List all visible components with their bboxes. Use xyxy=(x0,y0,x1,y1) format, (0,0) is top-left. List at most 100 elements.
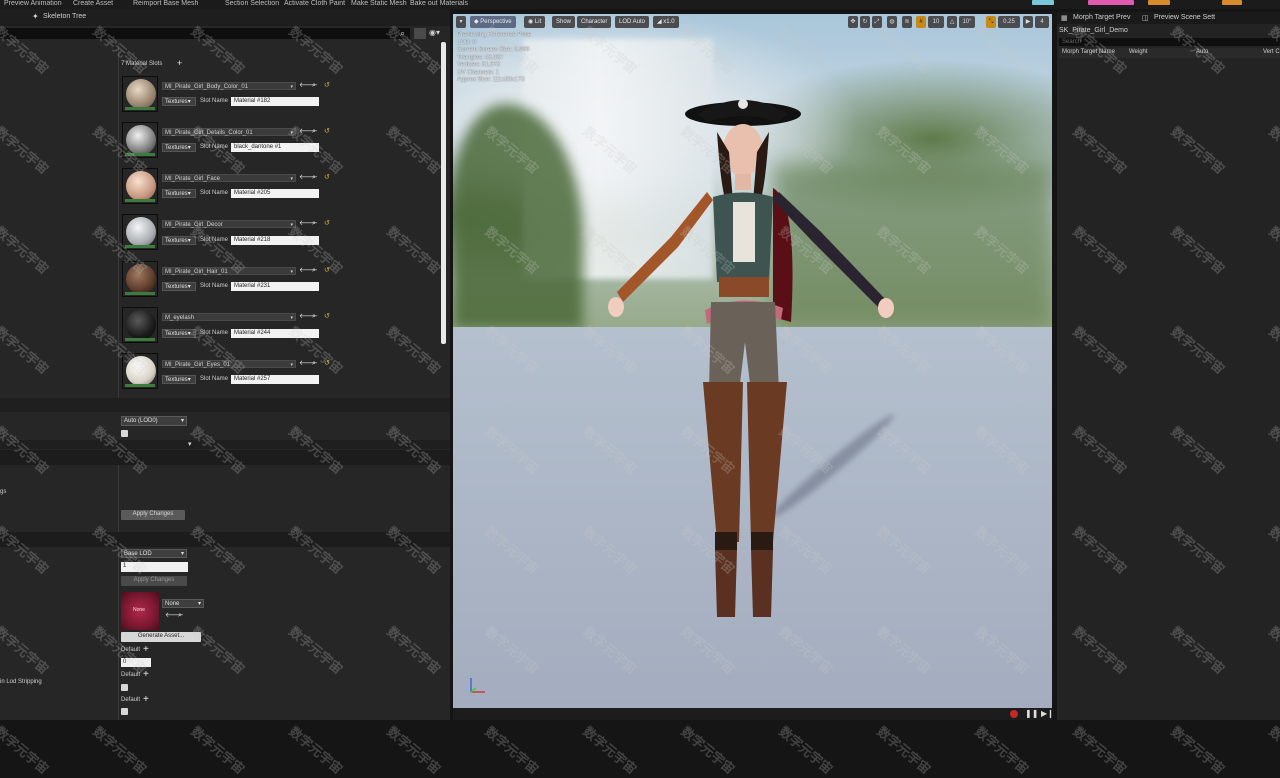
browse-icon[interactable]: ⌕ xyxy=(312,174,316,182)
material-select[interactable]: MI_Pirate_Girl_Decor ▾ xyxy=(162,220,296,228)
slot-name-input[interactable]: Material #182 xyxy=(231,97,319,106)
lod-stripping-label: in Lod Stripping xyxy=(0,679,42,685)
right-tab-bar: ▦ Morph Target Prev ◫ Preview Scene Sett xyxy=(1057,12,1280,24)
option-checkbox[interactable] xyxy=(121,708,128,715)
watermark-text: 数字元宇宙 xyxy=(286,723,346,777)
watermark-text: 数字元宇宙 xyxy=(384,723,444,777)
playback-speed-button[interactable]: ◢ x1.0 xyxy=(653,16,679,28)
make-static-mesh-button[interactable]: Make Static Mesh xyxy=(351,0,407,7)
rotation-snap-icon[interactable]: △ xyxy=(947,16,957,28)
browse-icon[interactable]: ⌕ xyxy=(178,612,182,620)
watermark-text: 数字元宇宙 xyxy=(1266,723,1280,777)
section-selection-button[interactable]: Section Selection xyxy=(225,0,279,7)
lod-button[interactable]: LOD Auto xyxy=(615,16,650,28)
browse-icon[interactable]: ⌕ xyxy=(312,220,316,228)
camera-speed-icon[interactable]: ▶ xyxy=(1023,16,1033,28)
record-icon[interactable] xyxy=(1010,710,1018,718)
rotate-icon[interactable]: ↻ xyxy=(860,16,870,28)
apply-changes-button[interactable]: Apply Changes xyxy=(121,510,185,520)
bake-out-materials-button[interactable]: Bake out Materials xyxy=(410,0,468,7)
slot-name-input[interactable]: Material #257 xyxy=(231,375,319,384)
none-select[interactable]: None ▾ xyxy=(162,599,204,608)
skeleton-tree-tab[interactable]: Skeleton Tree xyxy=(43,13,86,20)
watermark-text: 数字元宇宙 xyxy=(580,723,640,777)
morph-target-panel xyxy=(1057,12,1280,720)
stat-line: Approx Size: 111x30x173 xyxy=(457,77,525,83)
add-icon[interactable]: + xyxy=(143,644,149,655)
slot-name-label: Slot Name xyxy=(200,376,229,382)
create-asset-button[interactable]: Create Asset xyxy=(73,0,113,7)
material-thumbnail[interactable] xyxy=(122,307,158,343)
textures-dropdown[interactable]: Textures▾ xyxy=(162,189,196,198)
slot-name-label: Slot Name xyxy=(200,190,229,196)
tab-preview-scene-settings[interactable]: Preview Scene Sett xyxy=(1154,14,1215,21)
section-header[interactable] xyxy=(0,398,450,412)
toolbar-accent-1[interactable] xyxy=(1032,0,1054,5)
surface-snap-icon[interactable]: ≋ xyxy=(902,16,912,28)
browse-icon[interactable]: ⌕ xyxy=(312,82,316,90)
viewport[interactable]: ▾ ◆ Perspective ◉ Lit Show Character LOD… xyxy=(453,14,1052,708)
scale-snap-value[interactable]: 0.25 xyxy=(998,16,1020,28)
watermark-text: 数字元宇宙 xyxy=(482,723,542,777)
slot-name-label: Slot Name xyxy=(200,98,229,104)
expand-arrow-icon[interactable]: ▾ xyxy=(188,440,192,448)
material-select[interactable]: MI_Pirate_Girl_Face ▾ xyxy=(162,174,296,182)
material-select[interactable]: M_eyelash ▾ xyxy=(162,313,296,321)
watermark-text: 数字元宇宙 xyxy=(1168,723,1228,777)
material-select[interactable]: MI_Pirate_Girl_Body_Color_01 ▾ xyxy=(162,82,296,90)
next-frame-icon[interactable]: ▶❙ xyxy=(1041,709,1054,718)
textures-dropdown[interactable]: Textures▾ xyxy=(162,375,196,384)
property-label: gs xyxy=(0,489,7,495)
reset-icon[interactable]: ↺ xyxy=(324,82,330,90)
reset-icon[interactable]: ↺ xyxy=(324,128,330,136)
textures-dropdown[interactable]: Textures▾ xyxy=(162,143,196,152)
browse-icon[interactable]: ⌕ xyxy=(312,267,316,275)
tab-morph-target-preview[interactable]: Morph Target Prev xyxy=(1073,14,1130,21)
camera-speed-value[interactable]: 4 xyxy=(1035,16,1049,28)
asset-thumbnail[interactable]: None xyxy=(121,592,159,630)
material-select[interactable]: MI_Pirate_Girl_Details_Color_01 ▾ xyxy=(162,128,296,136)
reset-icon[interactable]: ↺ xyxy=(324,220,330,228)
slot-name-label: Slot Name xyxy=(200,283,229,289)
watermark-text: 数字元宇宙 xyxy=(1070,723,1130,777)
reimport-base-mesh-button[interactable]: Reimport Base Mesh xyxy=(133,0,198,7)
textures-dropdown[interactable]: Textures▾ xyxy=(162,282,196,291)
add-icon[interactable]: + xyxy=(143,694,149,705)
lod-checkbox[interactable] xyxy=(121,430,128,437)
column-vert-count[interactable]: Vert C xyxy=(1263,49,1280,55)
option-checkbox[interactable] xyxy=(121,684,128,691)
slot-name-input[interactable]: Material #231 xyxy=(231,282,319,291)
rotation-snap-value[interactable]: 10° xyxy=(959,16,975,28)
reset-icon[interactable]: ↺ xyxy=(324,313,330,321)
details-scrollbar[interactable] xyxy=(441,42,446,344)
pause-icon[interactable]: ❚❚ xyxy=(1025,709,1038,718)
toolbar-accent-4[interactable] xyxy=(1222,0,1242,5)
show-button[interactable]: Show xyxy=(552,16,576,28)
slot-name-input[interactable]: Material #205 xyxy=(231,189,319,198)
main-toolbar: Preview Animation Create Asset Reimport … xyxy=(0,0,1280,9)
grid-snap-value[interactable]: 10 xyxy=(928,16,944,28)
apply-changes-button-disabled[interactable]: Apply Changes xyxy=(121,576,187,586)
eye-icon[interactable]: ◉▾ xyxy=(429,28,440,37)
lit-button[interactable]: ◉ Lit xyxy=(524,16,546,28)
toolbar-accent-2[interactable] xyxy=(1088,0,1134,5)
browse-icon[interactable]: ⌕ xyxy=(312,313,316,321)
default-label: Default xyxy=(121,697,141,703)
preview-animation-button[interactable]: Preview Animation xyxy=(4,0,62,7)
translate-icon[interactable]: ✥ xyxy=(848,16,858,28)
column-weight[interactable]: Weight xyxy=(1129,49,1148,55)
textures-dropdown[interactable]: Textures▾ xyxy=(162,97,196,106)
activate-cloth-paint-button[interactable]: Activate Cloth Paint xyxy=(284,0,345,7)
lod-select[interactable]: Auto (LOD0) ▾ xyxy=(121,416,187,426)
watermark-text: 数字元宇宙 xyxy=(776,723,836,777)
add-material-slot-icon[interactable]: + xyxy=(177,58,182,68)
viewport-menu-icon[interactable]: ▾ xyxy=(456,16,466,28)
skeleton-tree-tab-bar: ✦ Skeleton Tree xyxy=(0,9,450,26)
toolbar-accent-3[interactable] xyxy=(1148,0,1170,5)
material-thumbnail[interactable] xyxy=(122,76,158,112)
watermark-text: 数字元宇宙 xyxy=(90,723,150,777)
bone-icon: ✦ xyxy=(32,12,39,21)
timeline-bar: ❚❚ ▶❙ xyxy=(453,708,1054,720)
reset-icon[interactable]: ↺ xyxy=(324,174,330,182)
grid-snap-icon[interactable]: # xyxy=(916,16,926,28)
